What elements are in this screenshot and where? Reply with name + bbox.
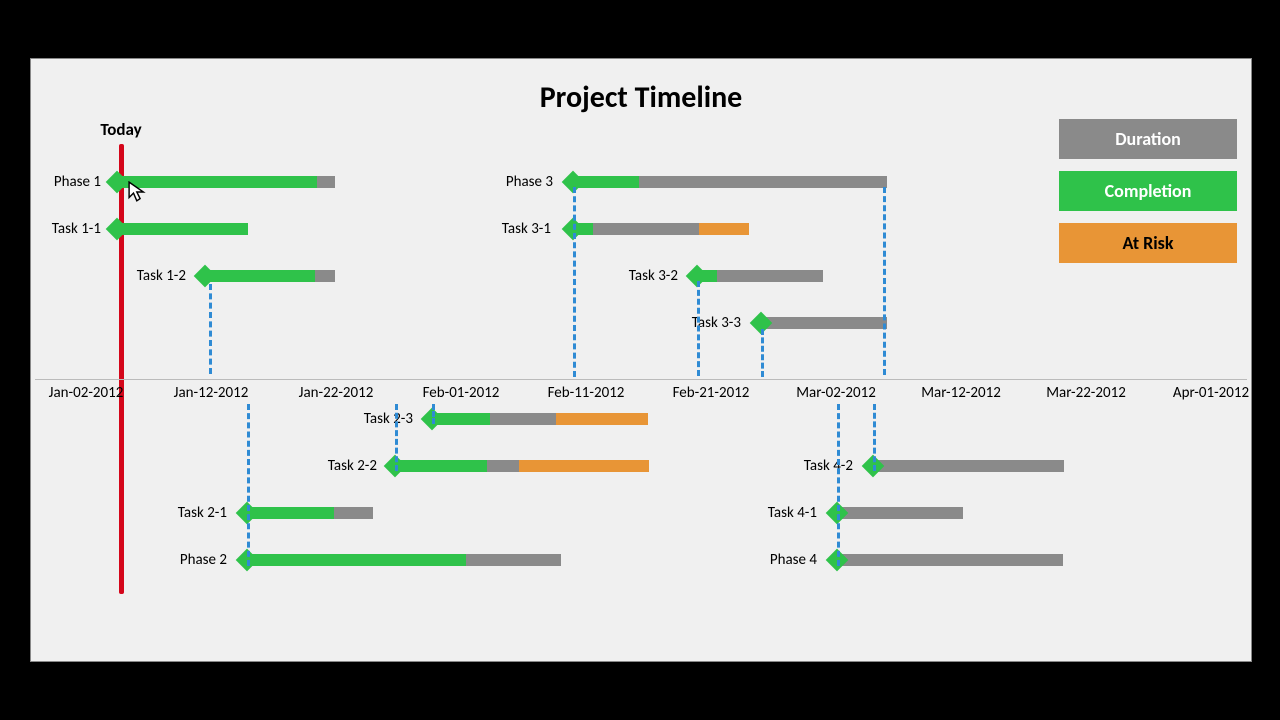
- dependency-line: [395, 404, 398, 471]
- dependency-line: [247, 404, 250, 566]
- milestone-icon: [194, 265, 217, 288]
- dependency-line: [761, 329, 764, 377]
- task-label: Task 2-2: [315, 457, 377, 475]
- task-label: Phase 3: [491, 173, 553, 191]
- task-label: Phase 1: [41, 173, 101, 191]
- x-tick: Jan-12-2012: [174, 384, 249, 402]
- bar-risk[interactable]: [699, 223, 749, 235]
- task-label: Task 2-3: [351, 410, 413, 428]
- bar-completion[interactable]: [201, 270, 315, 282]
- legend-duration: Duration: [1059, 119, 1237, 159]
- x-tick: Jan-22-2012: [299, 384, 374, 402]
- dependency-line: [432, 404, 435, 424]
- x-axis: [35, 379, 1247, 380]
- x-tick: Apr-01-2012: [1173, 384, 1249, 402]
- x-tick: Feb-11-2012: [548, 384, 625, 402]
- bar-risk[interactable]: [556, 413, 648, 425]
- legend: Duration Completion At Risk: [1059, 119, 1237, 275]
- bar-duration[interactable]: [833, 507, 963, 519]
- chart-title: Project Timeline: [31, 79, 1251, 116]
- task-label: Phase 4: [755, 551, 817, 569]
- dependency-line: [883, 187, 886, 375]
- task-label: Phase 2: [165, 551, 227, 569]
- x-tick: Feb-01-2012: [423, 384, 500, 402]
- x-tick: Mar-12-2012: [921, 384, 1001, 402]
- bar-completion[interactable]: [113, 223, 248, 235]
- task-label: Task 2-1: [165, 504, 227, 522]
- task-label: Task 4-2: [791, 457, 853, 475]
- dependency-line: [873, 404, 876, 471]
- x-tick: Feb-21-2012: [673, 384, 750, 402]
- task-label: Task 3-2: [616, 267, 678, 285]
- x-tick: Mar-22-2012: [1046, 384, 1126, 402]
- today-line: [119, 144, 124, 594]
- dependency-line: [837, 404, 840, 566]
- legend-completion: Completion: [1059, 171, 1237, 211]
- x-tick: Mar-02-2012: [796, 384, 876, 402]
- legend-risk: At Risk: [1059, 223, 1237, 263]
- bar-duration[interactable]: [869, 460, 1064, 472]
- task-label: Task 3-1: [489, 220, 551, 238]
- x-tick: Jan-02-2012: [49, 384, 124, 402]
- task-label: Task 1-1: [41, 220, 101, 238]
- bar-completion[interactable]: [243, 554, 466, 566]
- task-label: Task 3-3: [679, 314, 741, 332]
- bar-duration[interactable]: [757, 317, 887, 329]
- milestone-icon: [106, 171, 129, 194]
- dependency-line: [573, 187, 576, 377]
- bar-completion[interactable]: [113, 176, 317, 188]
- bar-duration[interactable]: [833, 554, 1063, 566]
- today-label: Today: [100, 119, 141, 140]
- task-label: Task 1-2: [126, 267, 186, 285]
- dependency-line: [697, 281, 700, 376]
- milestone-icon: [106, 218, 129, 241]
- bar-risk[interactable]: [519, 460, 649, 472]
- task-label: Task 4-1: [755, 504, 817, 522]
- chart-panel: Project Timeline Duration Completion At …: [30, 58, 1252, 662]
- dependency-line: [209, 284, 212, 374]
